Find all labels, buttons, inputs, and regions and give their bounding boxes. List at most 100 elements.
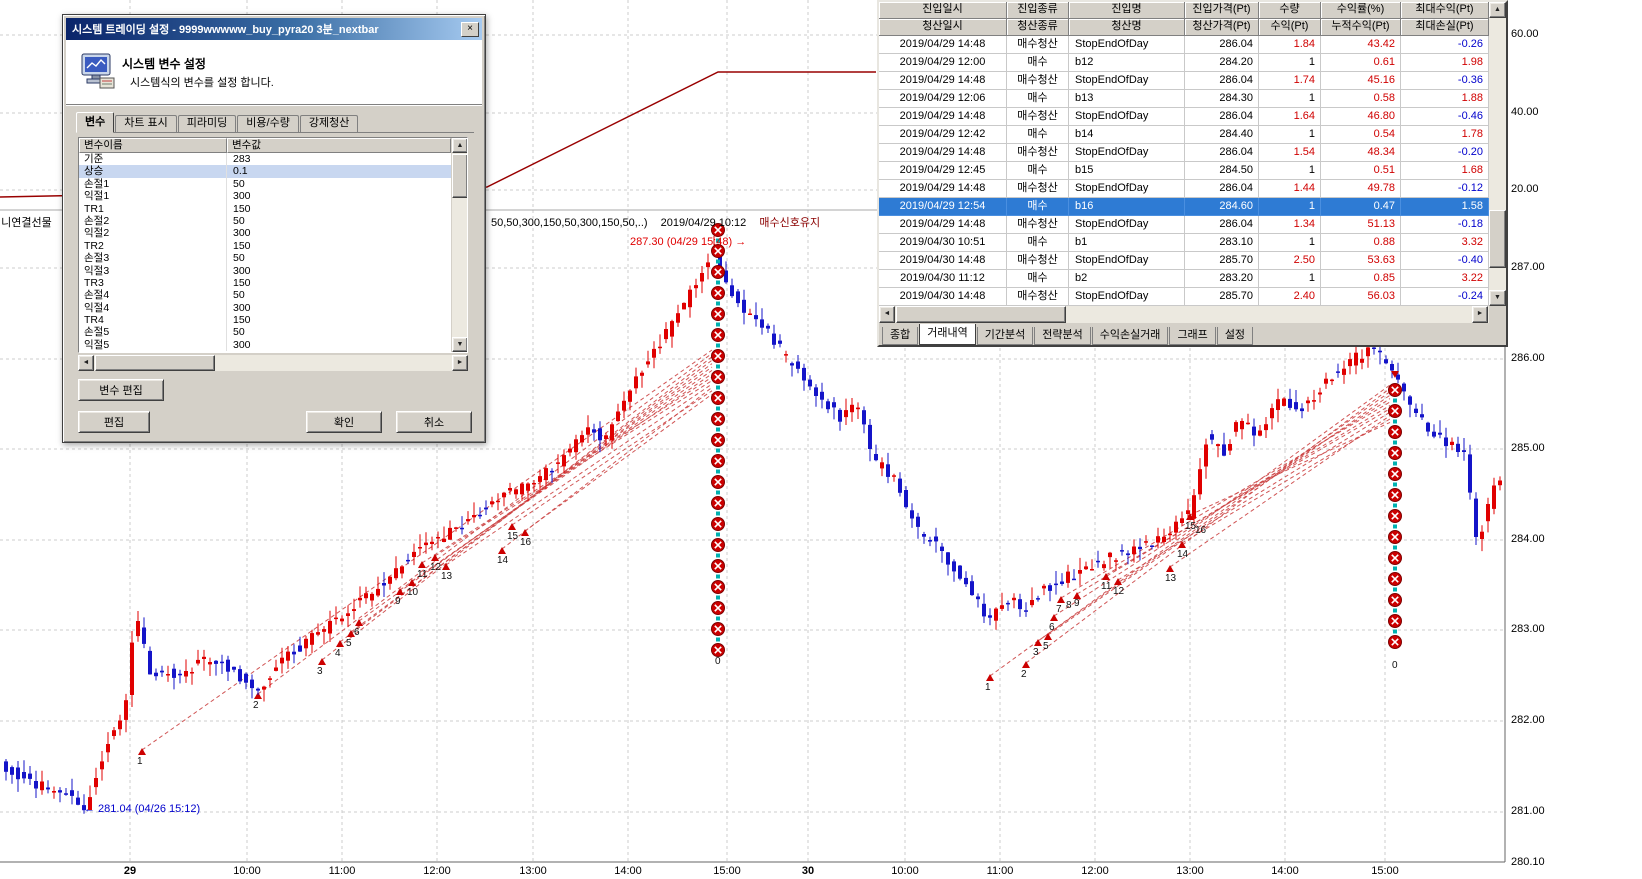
trade-column-header[interactable]: 진입가격(Pt) <box>1185 2 1259 19</box>
analysis-tab-6[interactable]: 설정 <box>1217 327 1253 345</box>
trade-column-header[interactable]: 청산종류 <box>1007 19 1069 36</box>
trade-column-header[interactable]: 진입종류 <box>1007 2 1069 19</box>
scroll-up-icon[interactable]: ▲ <box>1489 2 1506 18</box>
trade-column-header[interactable]: 청산일시 <box>879 19 1007 36</box>
trade-history-row[interactable]: 2019/04/29 14:48매수청산StopEndOfDay286.041.… <box>879 216 1489 234</box>
variable-row[interactable]: TR3150 <box>79 277 451 289</box>
variable-row[interactable]: 익절2300 <box>79 227 451 239</box>
variable-name-column-header[interactable]: 변수이름 <box>79 138 227 153</box>
trade-grid-vertical-scrollbar[interactable]: ▲ ▼ <box>1489 2 1506 306</box>
trade-column-header[interactable]: 청산명 <box>1069 19 1185 36</box>
trade-grid-horizontal-scrollbar[interactable]: ◄ ► <box>879 306 1506 323</box>
edit-variables-button[interactable]: 변수 편집 <box>78 379 164 401</box>
trade-history-row[interactable]: 2019/04/29 12:00매수b12284.2010.611.98 <box>879 54 1489 72</box>
variable-row[interactable]: 익절3300 <box>79 265 451 277</box>
trade-history-row[interactable]: 2019/04/30 14:48매수청산StopEndOfDay285.702.… <box>879 252 1489 270</box>
scroll-up-icon[interactable]: ▲ <box>452 138 468 153</box>
trade-cell: 0.47 <box>1321 198 1401 216</box>
trade-column-header[interactable]: 수량 <box>1259 2 1321 19</box>
settings-tab-1[interactable]: 차트 표시 <box>115 115 177 132</box>
variable-rows: 기준283상승0.1손절150익절1300TR1150손절250익절2300TR… <box>79 153 451 352</box>
ok-button[interactable]: 확인 <box>306 411 382 433</box>
variable-value: 150 <box>227 314 451 326</box>
analysis-tab-0[interactable]: 종합 <box>882 327 918 345</box>
variable-list-vertical-scrollbar[interactable]: ▲ ▼ <box>451 138 467 352</box>
settings-tab-2[interactable]: 피라미딩 <box>178 115 236 132</box>
trade-history-row[interactable]: 2019/04/30 10:51매수b1283.1010.883.32 <box>879 234 1489 252</box>
settings-tab-0[interactable]: 변수 <box>76 112 114 133</box>
trade-cell: 1.44 <box>1259 180 1321 198</box>
trade-history-row[interactable]: 2019/04/29 14:48매수청산StopEndOfDay286.041.… <box>879 72 1489 90</box>
trade-cell: 283.10 <box>1185 234 1259 252</box>
trade-cell: 48.34 <box>1321 144 1401 162</box>
trade-history-row[interactable]: 2019/04/29 14:48매수청산StopEndOfDay286.041.… <box>879 180 1489 198</box>
close-icon[interactable]: × <box>461 22 479 37</box>
trade-history-row[interactable]: 2019/04/29 12:42매수b14284.4010.541.78 <box>879 126 1489 144</box>
trade-column-header[interactable]: 수익률(%) <box>1321 2 1401 19</box>
horizontal-scroll-thumb[interactable] <box>95 355 215 371</box>
variable-row[interactable]: 익절1300 <box>79 190 451 202</box>
analysis-tab-4[interactable]: 수익손실거래 <box>1092 327 1169 345</box>
scroll-left-icon[interactable]: ◄ <box>879 306 895 323</box>
trade-history-row[interactable]: 2019/04/29 14:48매수청산StopEndOfDay286.041.… <box>879 144 1489 162</box>
variable-row[interactable]: 익절4300 <box>79 302 451 314</box>
trade-cell: 매수청산 <box>1007 72 1069 90</box>
trade-cell: 2019/04/30 14:48 <box>879 252 1007 270</box>
trade-history-row[interactable]: 2019/04/30 14:48매수청산StopEndOfDay285.702.… <box>879 288 1489 306</box>
trade-column-header[interactable]: 청산가격(Pt) <box>1185 19 1259 36</box>
settings-tab-3[interactable]: 비용/수량 <box>237 115 299 132</box>
trade-history-row[interactable]: 2019/04/29 14:48매수청산StopEndOfDay286.041.… <box>879 108 1489 126</box>
variable-name: 기준 <box>79 153 227 165</box>
trade-history-row[interactable]: 2019/04/29 12:54매수b16284.6010.471.58 <box>879 198 1489 216</box>
variable-row[interactable]: 익절5300 <box>79 339 451 351</box>
trade-history-row[interactable]: 2019/04/30 11:12매수b2283.2010.853.22 <box>879 270 1489 288</box>
cancel-button[interactable]: 취소 <box>396 411 472 433</box>
variable-value: 300 <box>227 339 451 351</box>
settings-tab-4[interactable]: 강제청산 <box>300 115 358 132</box>
scroll-right-icon[interactable]: ► <box>452 355 468 371</box>
variable-list-horizontal-scrollbar[interactable]: ◄ ► <box>78 355 468 371</box>
trade-column-header[interactable]: 진입일시 <box>879 2 1007 19</box>
vertical-scroll-thumb[interactable] <box>452 154 468 198</box>
variable-row[interactable]: 손절550 <box>79 326 451 338</box>
variable-row[interactable]: TR1150 <box>79 203 451 215</box>
trade-column-header[interactable]: 진입명 <box>1069 2 1185 19</box>
horizontal-scroll-thumb[interactable] <box>896 306 1066 323</box>
edit-button[interactable]: 편집 <box>78 411 150 433</box>
trade-history-row[interactable]: 2019/04/29 14:48매수청산StopEndOfDay286.041.… <box>879 36 1489 54</box>
variable-name: 익절5 <box>79 339 227 351</box>
trade-column-header[interactable]: 최대수익(Pt) <box>1401 2 1489 19</box>
trade-history-row[interactable]: 2019/04/29 12:06매수b13284.3010.581.88 <box>879 90 1489 108</box>
variable-row[interactable]: 상승0.1 <box>79 165 451 177</box>
variable-row[interactable]: TR2150 <box>79 240 451 252</box>
variable-value-column-header[interactable]: 변수값 <box>227 138 451 153</box>
variable-row[interactable]: 손절350 <box>79 252 451 264</box>
analysis-tab-5[interactable]: 그래프 <box>1169 327 1215 345</box>
scroll-right-icon[interactable]: ► <box>1472 306 1488 323</box>
vertical-scroll-thumb[interactable] <box>1489 210 1506 268</box>
scroll-down-icon[interactable]: ▼ <box>1489 290 1506 306</box>
trade-cell: 1 <box>1259 198 1321 216</box>
analysis-tab-2[interactable]: 기간분석 <box>977 327 1033 345</box>
trade-cell: b2 <box>1069 270 1185 288</box>
scroll-down-icon[interactable]: ▼ <box>452 337 468 352</box>
trade-cell: 0.58 <box>1321 90 1401 108</box>
analysis-tab-3[interactable]: 전략분석 <box>1034 327 1090 345</box>
scroll-left-icon[interactable]: ◄ <box>78 355 94 371</box>
variable-value: 150 <box>227 240 451 252</box>
variable-row[interactable]: 손절150 <box>79 178 451 190</box>
trade-column-header[interactable]: 누적수익(Pt) <box>1321 19 1401 36</box>
variable-row[interactable]: 기준283 <box>79 153 451 165</box>
trade-column-header[interactable]: 수익(Pt) <box>1259 19 1321 36</box>
variable-row[interactable]: 손절250 <box>79 215 451 227</box>
dialog-titlebar[interactable]: 시스템 트레이딩 설정 - 9999wwwww_buy_pyra20 3분_ne… <box>66 18 482 40</box>
trade-history-row[interactable]: 2019/04/29 12:45매수b15284.5010.511.68 <box>879 162 1489 180</box>
variable-name: TR1 <box>79 203 227 215</box>
trade-cell: 1.68 <box>1401 162 1489 180</box>
trade-cell: 2019/04/29 14:48 <box>879 144 1007 162</box>
variable-row[interactable]: 손절450 <box>79 289 451 301</box>
variable-row[interactable]: TR4150 <box>79 314 451 326</box>
variable-name: TR4 <box>79 314 227 326</box>
analysis-tab-1[interactable]: 거래내역 <box>919 324 975 345</box>
trade-column-header[interactable]: 최대손실(Pt) <box>1401 19 1489 36</box>
